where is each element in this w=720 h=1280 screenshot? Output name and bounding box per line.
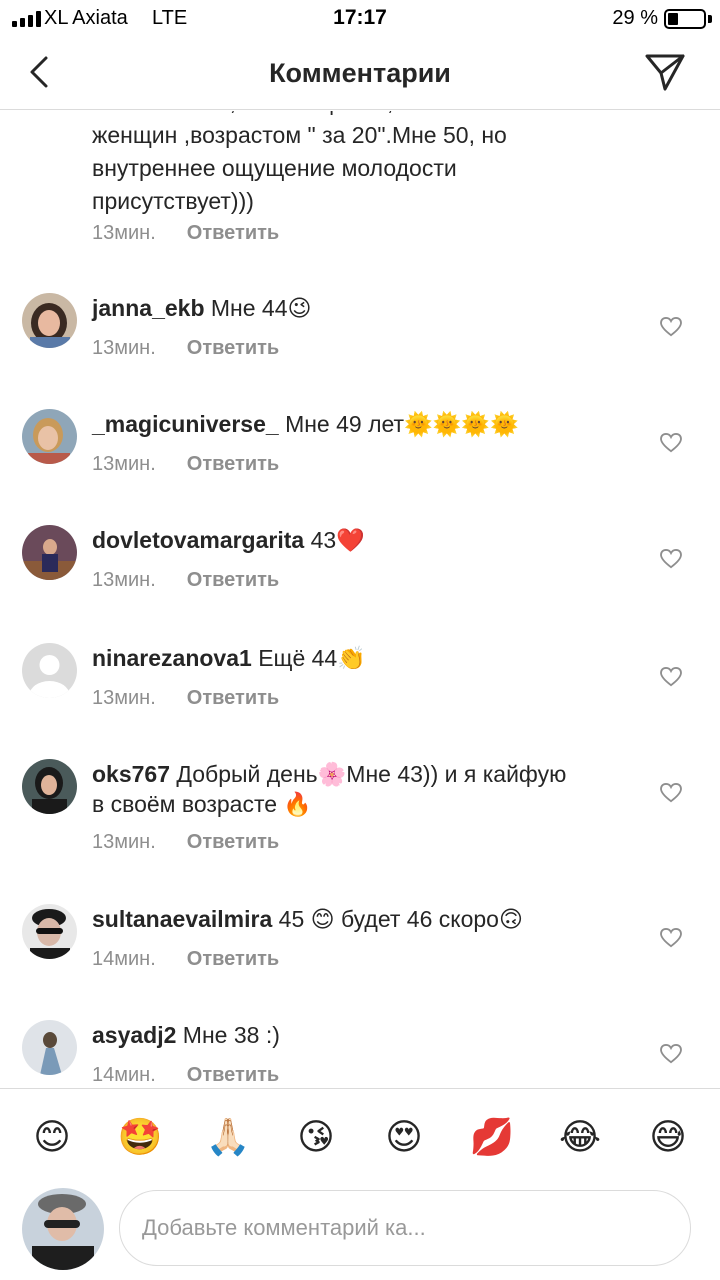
comment-text-line: собственных, так и в целом, <box>92 111 592 119</box>
avatar[interactable] <box>22 1020 77 1075</box>
emoji-heart-eyes-button[interactable]: 😍 <box>380 1118 428 1155</box>
heart-icon[interactable] <box>660 433 682 453</box>
comment-meta: 13мин. Ответить <box>92 831 279 854</box>
comment-text: asyadj2 Мне 38 :) <box>92 1020 632 1050</box>
comment-text: janna_ekb Мне 44😉 <box>92 293 632 323</box>
comment-time: 13мин. <box>92 687 156 709</box>
reply-button[interactable]: Ответить <box>187 222 279 245</box>
avatar[interactable] <box>22 643 77 698</box>
heart-icon[interactable] <box>660 1044 682 1064</box>
comment-message-line2: в своём возрасте 🔥 <box>92 791 313 817</box>
comment-time: 13мин. <box>92 453 156 475</box>
emoji-quick-bar: 😊 🤩 🙏🏻 😘 😍 💋 😂 😅 <box>0 1088 720 1184</box>
paper-plane-icon[interactable] <box>644 52 686 92</box>
comment-meta: 13мин. Ответить <box>92 337 279 360</box>
heart-icon[interactable] <box>660 783 682 803</box>
header: Комментарии <box>0 38 720 110</box>
heart-icon[interactable] <box>660 317 682 337</box>
avatar[interactable] <box>22 293 77 348</box>
heart-icon[interactable] <box>660 667 682 687</box>
emoji-smile-button[interactable]: 😊 <box>28 1118 76 1155</box>
comment-continuation: собственных, так и в целом, женщин ,возр… <box>92 111 592 218</box>
comment-username[interactable]: oks767 <box>92 761 170 787</box>
comment-meta: 13мин. Ответить <box>92 569 279 592</box>
reply-button[interactable]: Ответить <box>187 337 279 360</box>
comment-time: 13мин. <box>92 569 156 591</box>
comment-input[interactable]: Добавьте комментарий ка... <box>119 1190 691 1266</box>
comment-message: Мне 38 :) <box>182 1022 280 1048</box>
comment-time: 14мин. <box>92 948 156 970</box>
comment-text: ninarezanova1 Ещё 44👏 <box>92 643 632 673</box>
reply-button[interactable]: Ответить <box>187 453 279 476</box>
comment-text-line: женщин ,возрастом " за 20".Мне 50, но <box>92 122 507 148</box>
reply-button[interactable]: Ответить <box>187 831 279 854</box>
comment-message: Мне 49 лет🌞🌞🌞🌞 <box>285 411 519 437</box>
heart-icon[interactable] <box>660 928 682 948</box>
reply-button[interactable]: Ответить <box>187 1064 279 1087</box>
battery-tip <box>708 15 712 23</box>
comment-username[interactable]: _magicuniverse_ <box>92 411 279 437</box>
comment-message: Ещё 44👏 <box>258 645 366 671</box>
comment-username[interactable]: dovletovamargarita <box>92 527 304 553</box>
comment-text: oks767 Добрый день🌸Мне 43)) и я кайфую в… <box>92 759 632 819</box>
emoji-joy-button[interactable]: 😂 <box>556 1118 604 1155</box>
comment-meta: 14мин. Ответить <box>92 1064 279 1087</box>
comments-list[interactable]: собственных, так и в целом, женщин ,возр… <box>0 111 720 1088</box>
reply-button[interactable]: Ответить <box>187 948 279 971</box>
comment-meta: 13мин. Ответить <box>92 687 279 710</box>
comment-message: Добрый день🌸Мне 43)) и я кайфую <box>176 761 567 787</box>
emoji-lips-button[interactable]: 💋 <box>468 1118 516 1155</box>
avatar <box>22 1188 104 1270</box>
battery-percent: 29 % <box>612 7 658 29</box>
comment-composer: Добавьте комментарий ка... <box>0 1184 720 1280</box>
emoji-pray-button[interactable]: 🙏🏻 <box>204 1118 252 1155</box>
comment-text: dovletovamargarita 43❤️ <box>92 525 632 555</box>
emoji-kiss-button[interactable]: 😘 <box>292 1118 340 1155</box>
avatar[interactable] <box>22 525 77 580</box>
reply-button[interactable]: Ответить <box>187 687 279 710</box>
emoji-star-struck-button[interactable]: 🤩 <box>116 1118 164 1155</box>
comment-message: 45 😊 будет 46 скоро🙃 <box>278 906 523 932</box>
comment-text: sultanaevailmira 45 😊 будет 46 скоро🙃 <box>92 904 632 934</box>
comment-username[interactable]: janna_ekb <box>92 295 205 321</box>
avatar[interactable] <box>22 759 77 814</box>
emoji-sweat-smile-button[interactable]: 😅 <box>644 1118 692 1155</box>
comment-message: Мне 44😉 <box>210 295 312 321</box>
comment-meta: 13мин. Ответить <box>92 453 279 476</box>
page-title: Комментарии <box>269 58 451 88</box>
comment-time: 13мин. <box>92 222 156 244</box>
reply-button[interactable]: Ответить <box>187 569 279 592</box>
avatar[interactable] <box>22 904 77 959</box>
heart-icon[interactable] <box>660 549 682 569</box>
comment-meta: 13мин. Ответить <box>92 222 279 245</box>
battery-icon <box>664 9 706 29</box>
status-bar: XL Axiata LTE 17:17 29 % <box>0 0 720 38</box>
comment-text-line: присутствует))) <box>92 188 254 214</box>
comment-time: 13мин. <box>92 337 156 359</box>
comment-meta: 14мин. Ответить <box>92 948 279 971</box>
comment-time: 14мин. <box>92 1064 156 1086</box>
comment-username[interactable]: ninarezanova1 <box>92 645 252 671</box>
comment-text-line: внутреннее ощущение молодости <box>92 155 457 181</box>
avatar[interactable] <box>22 409 77 464</box>
comment-message: 43❤️ <box>310 527 365 553</box>
comment-username[interactable]: sultanaevailmira <box>92 906 272 932</box>
comment-time: 13мин. <box>92 831 156 853</box>
comment-text: _magicuniverse_ Мне 49 лет🌞🌞🌞🌞 <box>92 409 632 439</box>
comment-username[interactable]: asyadj2 <box>92 1022 176 1048</box>
